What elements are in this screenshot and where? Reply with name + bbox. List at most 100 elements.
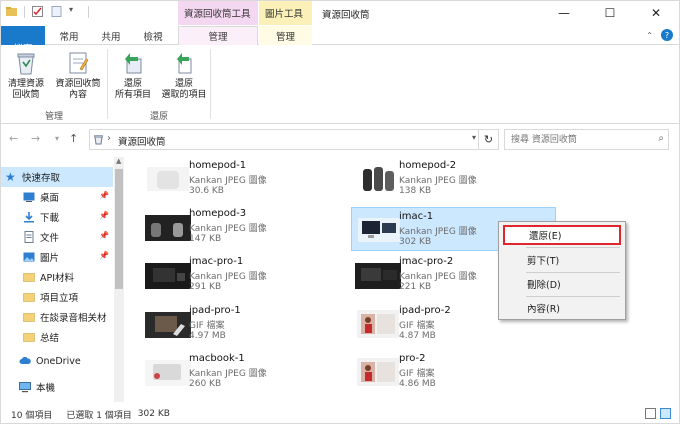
ribbon-group-label-manage: 管理 — [44, 112, 63, 122]
tab-manage-recycle-bin[interactable]: 管理 — [178, 26, 258, 46]
minimize-button[interactable]: — — [541, 1, 587, 25]
address-dropdown-icon[interactable]: ▾ — [472, 133, 476, 142]
file-type: Kankan JPEG 圖像 — [189, 369, 267, 379]
nav-item-folder-project[interactable]: 項目立項 — [1, 287, 113, 307]
file-type: GIF 檔案 — [189, 321, 225, 331]
menu-divider — [526, 296, 620, 297]
nav-item-desktop[interactable]: 桌面 📌 — [1, 187, 113, 207]
address-field[interactable]: › 資源回收筒 ▾ ↻ — [89, 129, 499, 150]
menu-divider — [526, 272, 620, 273]
file-size: 4.87 MB — [399, 331, 436, 341]
nav-item-folder-recording[interactable]: 在談录音相关材 — [1, 307, 113, 327]
pictures-icon — [23, 252, 35, 262]
star-icon: ★ — [5, 170, 16, 184]
tab-share[interactable]: 共用 — [93, 26, 129, 45]
pin-icon[interactable]: 📌 — [99, 191, 109, 200]
details-view-icon[interactable] — [645, 408, 656, 419]
title-bar: ▾ 資源回收筒工具 圖片工具 資源回收筒 — ☐ ✕ — [1, 1, 679, 26]
file-item-imac-pro-1[interactable]: imac-pro-1 Kankan JPEG 圖像 291 KB — [131, 253, 331, 297]
tab-home[interactable]: 常用 — [51, 26, 87, 45]
properties-icon[interactable] — [31, 5, 44, 18]
file-name: pro-2 — [399, 353, 426, 364]
large-icons-view-icon[interactable] — [660, 408, 671, 419]
pin-icon[interactable]: 📌 — [99, 231, 109, 240]
file-name: ipad-pro-1 — [189, 305, 241, 316]
menu-item-delete[interactable]: 刪除(D) — [503, 274, 621, 294]
nav-item-label: 圖片 — [40, 253, 60, 264]
maximize-button[interactable]: ☐ — [587, 1, 633, 25]
recycle-bin-icon — [17, 53, 35, 75]
menu-item-cut[interactable]: 剪下(T) — [503, 250, 621, 270]
file-type: GIF 檔案 — [399, 321, 435, 331]
cloud-icon — [19, 356, 31, 364]
file-item-ipad-pro-1[interactable]: ipad-pro-1 GIF 檔案 4.97 MB — [131, 302, 331, 346]
file-size: 302 KB — [399, 237, 432, 247]
nav-item-label: 快速存取 — [22, 173, 61, 184]
help-icon[interactable]: ? — [661, 29, 673, 41]
customize-dropdown-icon[interactable]: ▾ — [69, 5, 82, 18]
context-tab-recycle-bin-tools: 資源回收筒工具 — [178, 1, 258, 25]
pin-icon[interactable]: 📌 — [99, 211, 109, 220]
new-folder-icon[interactable] — [50, 5, 63, 18]
nav-item-folder-api[interactable]: API材料 — [1, 267, 113, 287]
image-thumbnail — [358, 218, 400, 242]
view-toggle — [645, 408, 671, 419]
search-icon[interactable]: ⌕ — [658, 133, 664, 144]
nav-item-downloads[interactable]: 下載 📌 — [1, 207, 113, 227]
empty-recycle-bin-button[interactable]: 清理資源 回收筒 — [3, 49, 49, 101]
selected-count: 已選取 1 個項目 — [66, 410, 132, 421]
file-item-macbook-1[interactable]: macbook-1 Kankan JPEG 圖像 260 KB — [131, 350, 331, 394]
file-name: imac-pro-2 — [399, 256, 454, 267]
divider — [88, 5, 89, 18]
pin-icon[interactable]: 📌 — [99, 251, 109, 260]
recycle-bin-properties-label: 資源回收筒 內容 — [55, 79, 101, 100]
file-item-homepod-2[interactable]: homepod-2 Kankan JPEG 圖像 138 KB — [341, 157, 541, 201]
search-box[interactable]: ⌕ — [504, 129, 669, 150]
nav-item-this-pc[interactable]: 本機 — [1, 377, 113, 397]
tab-manage-picture[interactable]: 管理 — [259, 26, 312, 45]
image-thumbnail — [355, 263, 401, 289]
back-arrow-icon[interactable]: ← — [9, 132, 18, 145]
ribbon-group-manage: 清理資源 回收筒 資源回收筒 內容 管理 — [1, 45, 107, 124]
tab-view[interactable]: 檢視 — [135, 26, 171, 45]
restore-all-items-button[interactable]: 還原 所有項目 — [110, 49, 156, 101]
up-arrow-icon[interactable]: ↑ — [69, 132, 78, 145]
nav-item-documents[interactable]: 文件 📌 — [1, 227, 113, 247]
context-tab-picture-tools: 圖片工具 — [259, 1, 312, 25]
desktop-icon — [23, 192, 35, 202]
nav-item-label: 本機 — [36, 383, 56, 394]
menu-item-properties[interactable]: 內容(R) — [503, 298, 621, 318]
window-title: 資源回收筒 — [322, 10, 370, 21]
recycle-bin-properties-button[interactable]: 資源回收筒 內容 — [51, 49, 105, 101]
breadcrumb-location[interactable]: 資源回收筒 — [118, 134, 166, 148]
menu-item-restore[interactable]: 還原(E) — [503, 225, 621, 245]
scrollbar-thumb[interactable] — [115, 169, 123, 289]
image-thumbnail — [145, 215, 191, 241]
file-name: homepod-3 — [189, 208, 247, 219]
nav-item-onedrive[interactable]: OneDrive — [1, 351, 113, 371]
nav-item-pictures[interactable]: 圖片 📌 — [1, 247, 113, 267]
breadcrumb-separator-icon[interactable]: › — [107, 133, 111, 144]
refresh-icon[interactable]: ↻ — [478, 129, 498, 150]
nav-pane-scrollbar[interactable]: ▲ — [114, 157, 124, 402]
selected-size: 302 KB — [137, 409, 170, 419]
scroll-up-arrow-icon[interactable]: ▲ — [116, 157, 121, 165]
nav-item-quick-access[interactable]: ★ 快速存取 — [1, 167, 113, 187]
file-type: Kankan JPEG 圖像 — [189, 224, 267, 234]
nav-item-folder-summary[interactable]: 总结 — [1, 327, 113, 347]
search-input[interactable] — [505, 130, 645, 149]
file-item-homepod-3[interactable]: homepod-3 Kankan JPEG 圖像 147 KB — [131, 205, 331, 249]
forward-arrow-icon[interactable]: → — [31, 132, 40, 145]
file-item-homepod-1[interactable]: homepod-1 Kankan JPEG 圖像 30.6 KB — [131, 157, 331, 201]
close-button[interactable]: ✕ — [633, 1, 679, 25]
recent-locations-dropdown-icon[interactable]: ▾ — [55, 134, 59, 143]
ribbon: 清理資源 回收筒 資源回收筒 內容 管理 還原 所有項目 還原 選取的項目 還原 — [1, 45, 679, 124]
image-thumbnail — [145, 263, 191, 289]
file-item-pro-2[interactable]: pro-2 GIF 檔案 4.86 MB — [341, 350, 541, 394]
file-name: macbook-1 — [189, 353, 245, 364]
file-type: Kankan JPEG 圖像 — [189, 176, 267, 186]
restore-selected-items-button[interactable]: 還原 選取的項目 — [158, 49, 210, 101]
nav-item-label: 文件 — [40, 233, 60, 244]
collapse-ribbon-icon[interactable]: ⌃ — [646, 31, 653, 40]
nav-item-label: 在談录音相关材 — [40, 313, 107, 324]
